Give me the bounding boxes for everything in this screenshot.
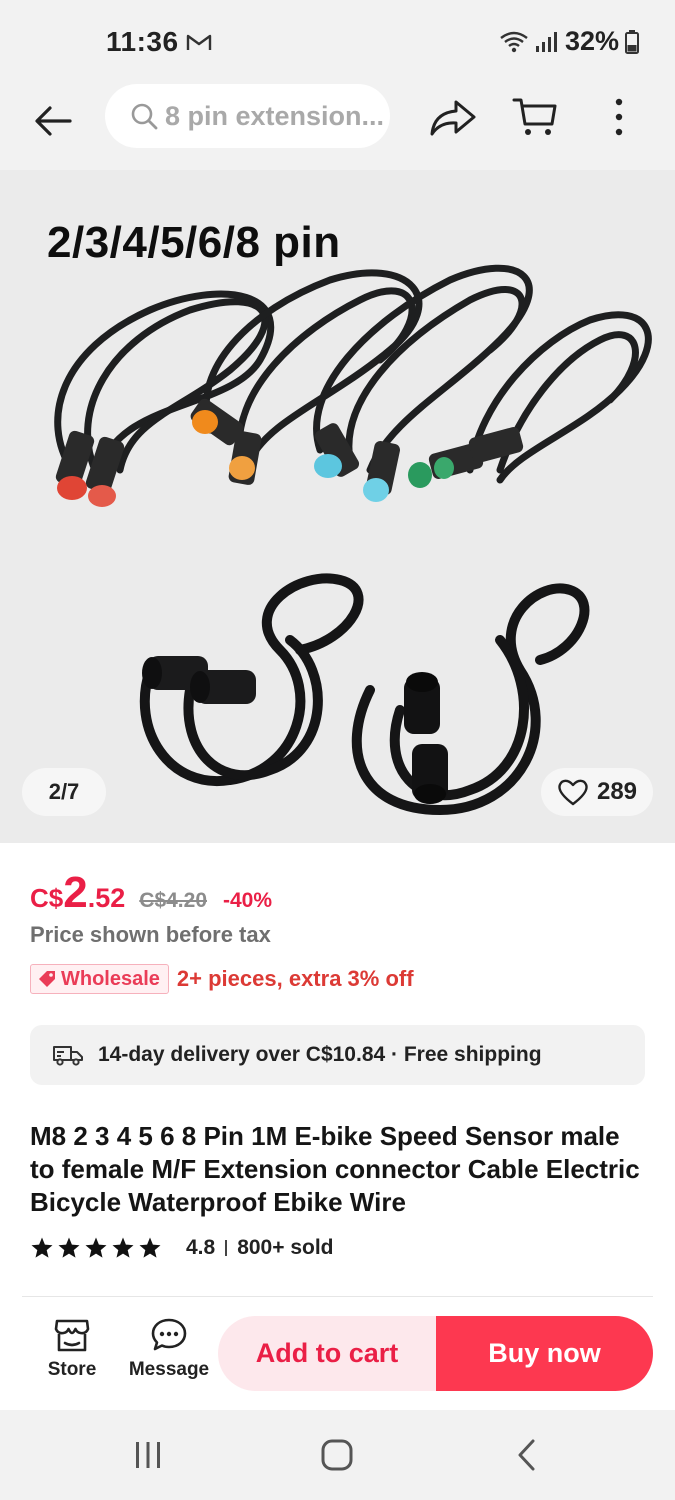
price-integer: 2 — [63, 868, 88, 917]
rating-row[interactable]: 4.8 800+ sold — [30, 1236, 334, 1260]
more-vertical-icon — [615, 98, 623, 136]
star-icon — [112, 1237, 134, 1258]
arrow-left-icon — [35, 106, 72, 136]
product-image-gallery[interactable]: 2/3/4/5/6/8 pin 2/7 289 — [0, 170, 675, 843]
store-label: Store — [47, 1359, 97, 1380]
wholesale-offer-text: 2+ pieces, extra 3% off — [176, 966, 414, 991]
bottom-action-bar: Store Message Add to cart Buy now — [0, 1297, 675, 1410]
rating-stars — [30, 1236, 162, 1260]
wifi-icon — [500, 31, 528, 52]
message-label: Message — [128, 1359, 210, 1380]
back-button[interactable] — [28, 96, 78, 146]
product-photo — [54, 264, 652, 816]
heart-icon — [558, 779, 588, 806]
search-icon — [131, 103, 158, 130]
delivery-text: 14-day delivery over C$10.84 · Free ship… — [98, 1043, 542, 1066]
cart-icon — [512, 98, 557, 135]
image-caption: 2/3/4/5/6/8 pin — [47, 218, 341, 267]
wholesale-offer[interactable]: Wholesale 2+ pieces, extra 3% off — [30, 964, 414, 994]
chat-bubble-icon — [151, 1318, 187, 1351]
search-query: 8 pin extension... — [165, 100, 385, 131]
wishlist-button[interactable]: 289 — [541, 768, 653, 816]
back-nav-icon[interactable] — [514, 1438, 538, 1472]
wholesale-tag: Wholesale — [30, 964, 169, 994]
truck-icon — [53, 1046, 83, 1066]
tax-note: Price shown before tax — [30, 922, 271, 947]
gmail-icon — [186, 34, 212, 50]
price-currency: C$ — [30, 883, 64, 913]
discount-badge: -40% — [223, 889, 273, 912]
store-icon — [54, 1319, 90, 1352]
original-price: C$4.20 — [139, 889, 207, 912]
price-decimal: .52 — [87, 883, 126, 913]
signal-icon — [535, 31, 557, 52]
tag-icon — [39, 971, 55, 987]
cart-button[interactable] — [512, 94, 558, 140]
top-nav: 8 pin extension... — [0, 80, 675, 170]
status-time: 11:36 — [106, 26, 179, 57]
recent-apps-icon[interactable] — [132, 1438, 164, 1472]
star-icon — [31, 1237, 53, 1258]
buy-now-button[interactable]: Buy now — [436, 1316, 653, 1391]
system-navigation-bar — [0, 1410, 675, 1500]
battery-percent: 32% — [564, 26, 619, 56]
add-to-cart-button[interactable]: Add to cart — [218, 1316, 436, 1391]
red-connector — [57, 476, 87, 500]
sold-count: 800+ sold — [237, 1236, 334, 1259]
battery-icon — [625, 29, 639, 54]
status-indicators: 32% — [499, 26, 639, 57]
image-page-indicator: 2/7 — [22, 768, 106, 816]
search-input[interactable]: 8 pin extension... — [105, 84, 390, 148]
star-icon — [58, 1237, 80, 1258]
price-row: C$ 2 .52 C$4.20 -40% — [30, 868, 272, 918]
share-icon — [430, 100, 476, 136]
status-bar: 11:36 32% — [0, 0, 675, 80]
delivery-info[interactable]: 14-day delivery over C$10.84 · Free ship… — [30, 1025, 645, 1085]
home-icon[interactable] — [320, 1438, 354, 1472]
share-button[interactable] — [428, 96, 478, 140]
wishlist-count: 289 — [596, 778, 638, 805]
store-button[interactable]: Store — [40, 1317, 104, 1381]
rating-value: 4.8 — [186, 1236, 216, 1259]
product-title: M8 2 3 4 5 6 8 Pin 1M E-bike Speed Senso… — [30, 1121, 640, 1217]
star-icon — [139, 1237, 161, 1258]
star-icon — [85, 1237, 107, 1258]
wholesale-label: Wholesale — [61, 967, 160, 990]
more-options-button[interactable] — [604, 94, 634, 140]
message-button[interactable]: Message — [126, 1317, 212, 1381]
rating-divider — [225, 1240, 228, 1256]
